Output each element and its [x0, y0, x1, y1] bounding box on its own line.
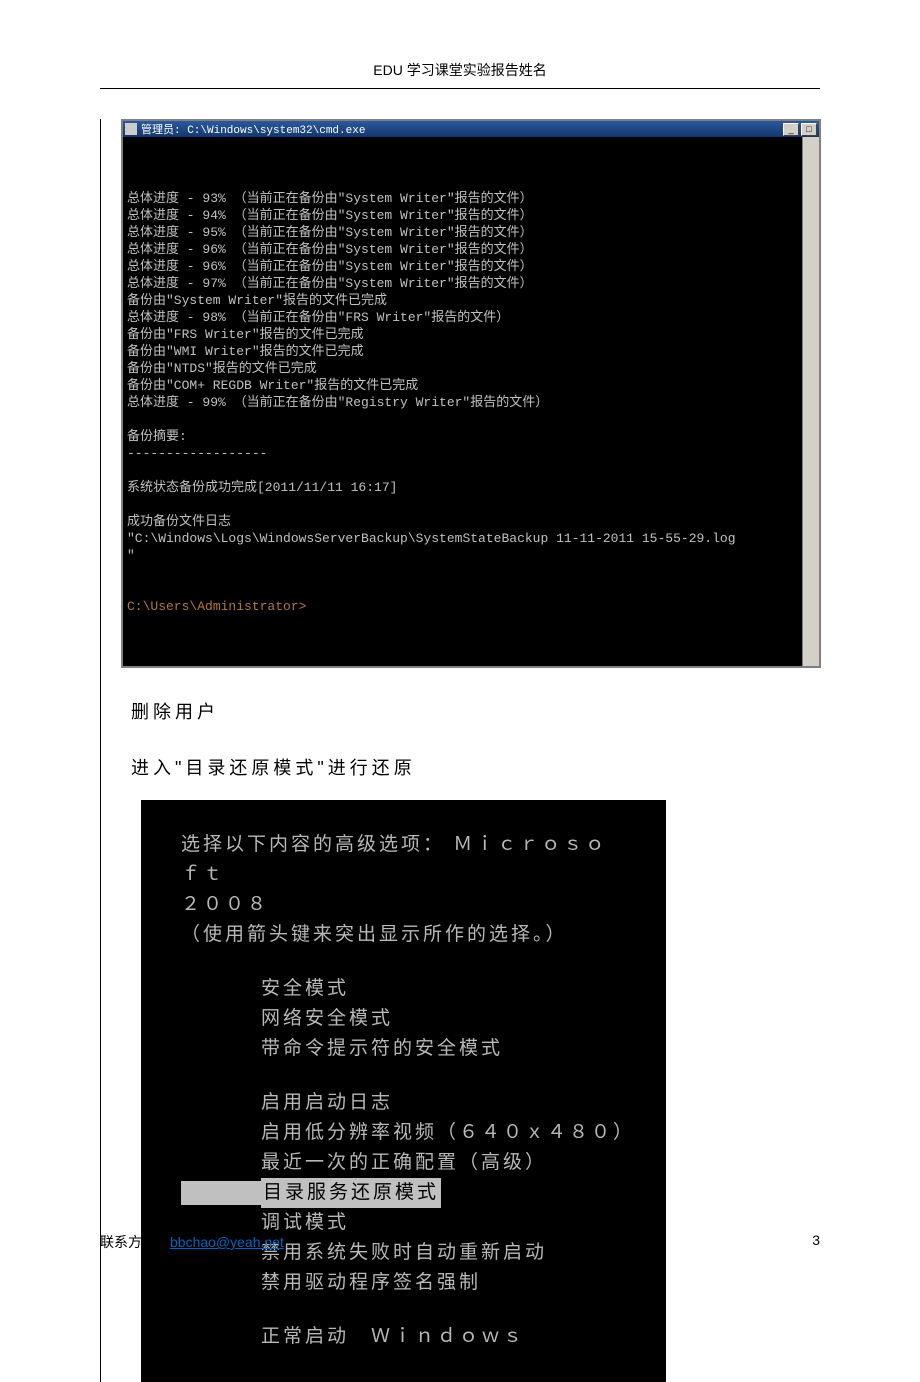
- footer-contact: 联系方式：bbchao@yeah.net: [100, 1232, 284, 1252]
- boot-group-1: 安全模式 网络安全模式 带命令提示符的安全模式: [181, 974, 626, 1064]
- boot-header-line: （使用箭头键来突出显示所作的选择。）: [181, 920, 626, 950]
- boot-option-last-known-good[interactable]: 最近一次的正确配置（高级）: [261, 1148, 626, 1178]
- cmd-line: 系统状态备份成功完成[2011/11/11 16:17]: [127, 480, 397, 495]
- boot-option-disable-driver-sig[interactable]: 禁用驱动程序签名强制: [261, 1268, 626, 1298]
- main-content: 管理员: C:\Windows\system32\cmd.exe _ □ 总体进…: [100, 119, 820, 1382]
- body-text-1: 删除用户: [131, 698, 820, 724]
- cmd-line: 总体进度 - 93% （当前正在备份由"System Writer"报告的文件）: [127, 191, 533, 206]
- cmd-line: 总体进度 - 95% （当前正在备份由"System Writer"报告的文件）: [127, 225, 533, 240]
- boot-option-low-res[interactable]: 启用低分辨率视频（６４０ｘ４８０）: [261, 1118, 626, 1148]
- cmd-line: "C:\Windows\Logs\WindowsServerBackup\Sys…: [127, 531, 736, 546]
- scrollbar[interactable]: [802, 137, 819, 666]
- cmd-line: 成功备份文件日志: [127, 514, 231, 529]
- boot-option-safe-mode-network[interactable]: 网络安全模式: [261, 1004, 626, 1034]
- selection-highlight-prefix: [181, 1181, 261, 1205]
- contact-email-link[interactable]: bbchao@yeah.net: [170, 1234, 284, 1250]
- cmd-line: 总体进度 - 96% （当前正在备份由"System Writer"报告的文件）: [127, 259, 533, 274]
- boot-option-safe-mode-cmd[interactable]: 带命令提示符的安全模式: [261, 1034, 626, 1064]
- cmd-body[interactable]: 总体进度 - 93% （当前正在备份由"System Writer"报告的文件）…: [123, 137, 819, 666]
- cmd-line: 备份由"WMI Writer"报告的文件已完成: [127, 344, 364, 359]
- boot-menu: 选择以下内容的高级选项： Ｍｉｃｒｏｓｏｆｔ ２００８ （使用箭头键来突出显示所…: [141, 800, 666, 1382]
- boot-header-line: ２００８: [181, 890, 626, 920]
- boot-option-dsrm: 目录服务还原模式: [261, 1178, 441, 1208]
- cmd-line: 备份摘要:: [127, 429, 187, 444]
- boot-header: 选择以下内容的高级选项： Ｍｉｃｒｏｓｏｆｔ ２００８ （使用箭头键来突出显示所…: [181, 830, 626, 950]
- page-number: 3: [812, 1232, 820, 1252]
- cmd-line: 总体进度 - 99% （当前正在备份由"Registry Writer"报告的文…: [127, 395, 548, 410]
- cmd-line: ": [127, 548, 135, 563]
- body-text-2: 进入"目录还原模式"进行还原: [131, 754, 820, 780]
- boot-group-2: 启用启动日志 启用低分辨率视频（６４０ｘ４８０） 最近一次的正确配置（高级） 目…: [181, 1088, 626, 1298]
- header-title: EDU 学习课堂实验报告姓名: [373, 62, 546, 78]
- cmd-line: ------------------: [127, 446, 267, 461]
- boot-option-safe-mode[interactable]: 安全模式: [261, 974, 626, 1004]
- boot-header-line: 选择以下内容的高级选项： Ｍｉｃｒｏｓｏｆｔ: [181, 830, 626, 890]
- page-footer: 联系方式：bbchao@yeah.net 3: [100, 1232, 820, 1252]
- cmd-line: 备份由"FRS Writer"报告的文件已完成: [127, 327, 364, 342]
- minimize-button[interactable]: _: [783, 123, 799, 136]
- cmd-prompt: C:\Users\Administrator>: [127, 599, 306, 614]
- window-buttons: _ □: [783, 123, 817, 136]
- page-header: EDU 学习课堂实验报告姓名: [0, 0, 920, 89]
- header-divider: [100, 88, 820, 89]
- boot-option-dsrm-row[interactable]: 目录服务还原模式: [261, 1178, 626, 1208]
- cmd-line: 备份由"NTDS"报告的文件已完成: [127, 361, 317, 376]
- cmd-line: 总体进度 - 94% （当前正在备份由"System Writer"报告的文件）: [127, 208, 533, 223]
- cmd-titlebar: 管理员: C:\Windows\system32\cmd.exe _ □: [123, 121, 819, 137]
- cmd-window: 管理员: C:\Windows\system32\cmd.exe _ □ 总体进…: [121, 119, 821, 668]
- contact-label: 联系方式：: [100, 1234, 170, 1250]
- cmd-line: 备份由"COM+ REGDB Writer"报告的文件已完成: [127, 378, 418, 393]
- boot-group-3: 正常启动 Ｗｉｎｄｏｗｓ: [181, 1322, 626, 1352]
- boot-option-start-normally[interactable]: 正常启动 Ｗｉｎｄｏｗｓ: [261, 1322, 626, 1352]
- cmd-line: 总体进度 - 98% （当前正在备份由"FRS Writer"报告的文件）: [127, 310, 509, 325]
- boot-option-boot-log[interactable]: 启用启动日志: [261, 1088, 626, 1118]
- cmd-title: 管理员: C:\Windows\system32\cmd.exe: [141, 121, 365, 137]
- cmd-line: 总体进度 - 97% （当前正在备份由"System Writer"报告的文件）: [127, 276, 533, 291]
- cmd-icon: [125, 123, 137, 135]
- cmd-line: 备份由"System Writer"报告的文件已完成: [127, 293, 387, 308]
- maximize-button[interactable]: □: [801, 123, 817, 136]
- cmd-line: 总体进度 - 96% （当前正在备份由"System Writer"报告的文件）: [127, 242, 533, 257]
